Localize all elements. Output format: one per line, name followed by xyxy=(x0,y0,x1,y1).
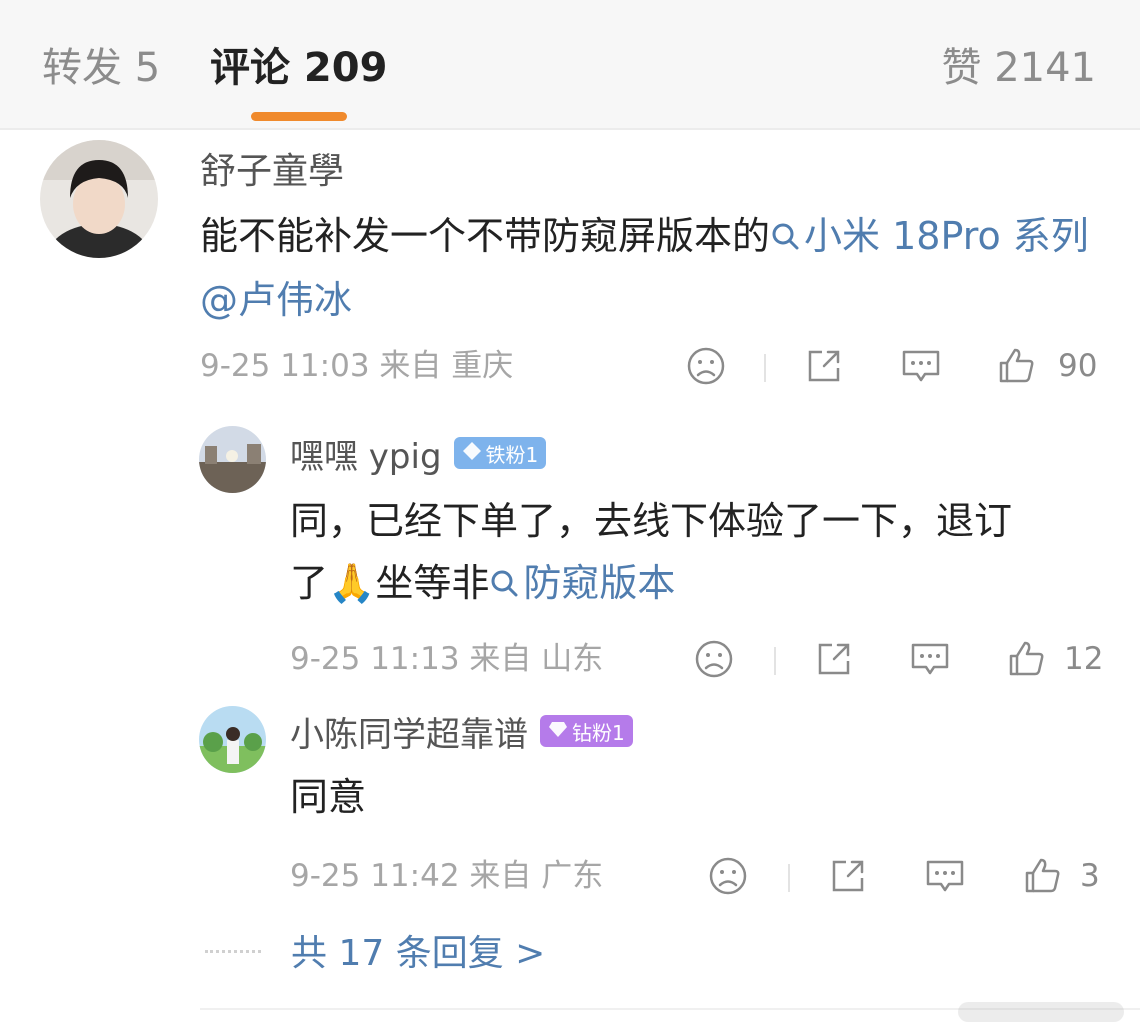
fan-badge: 钻粉1 xyxy=(540,715,633,747)
reply-username[interactable]: 小陈同学超靠谱 钻粉1 xyxy=(290,706,633,756)
thumbs-up-icon[interactable] xyxy=(1022,856,1062,896)
username-text[interactable]: 舒子童學 xyxy=(200,142,344,194)
avatar[interactable] xyxy=(40,140,158,258)
tab-reposts[interactable]: 转发 5 xyxy=(42,40,160,96)
reply-meta-row: 9-25 11:42 来自 广东 3 xyxy=(290,850,1110,900)
avatar[interactable] xyxy=(199,706,266,773)
topic-link[interactable]: 防窥版本 xyxy=(489,561,675,605)
topic-link-text[interactable]: 小米 18Pro 系列 xyxy=(804,214,1089,258)
tab-comments[interactable]: 评论 209 xyxy=(210,40,387,96)
divider xyxy=(774,647,776,675)
divider xyxy=(764,354,766,382)
dotted-separator xyxy=(205,950,261,953)
badge-label: 铁粉1 xyxy=(485,442,539,467)
search-icon xyxy=(770,207,800,269)
diamond-icon xyxy=(462,441,482,466)
comment-username[interactable]: 舒子童學 xyxy=(200,142,344,194)
divider xyxy=(788,864,790,892)
like-count: 12 xyxy=(1064,641,1104,677)
like-count: 90 xyxy=(1058,348,1098,384)
reply-text-part: 坐等非 xyxy=(375,561,490,605)
sad-face-icon[interactable] xyxy=(694,639,734,679)
comment-icon[interactable] xyxy=(909,639,951,679)
sad-face-icon[interactable] xyxy=(708,856,748,896)
comment-text: 能不能补发一个不带防窥屏版本的 小米 18Pro 系列 @卢伟冰 xyxy=(200,205,1090,331)
comment-icon[interactable] xyxy=(900,346,942,386)
reply-text: 同意 xyxy=(290,775,367,819)
comment-icon[interactable] xyxy=(924,856,966,896)
topic-link[interactable]: 小米 18Pro 系列 xyxy=(770,214,1089,258)
like-count: 3 xyxy=(1080,858,1100,894)
thumbs-up-icon[interactable] xyxy=(996,346,1036,386)
reply-time-location: 9-25 11:42 来自 广东 xyxy=(290,858,604,894)
comment-text-part: 能不能补发一个不带防窥屏版本的 xyxy=(200,214,771,258)
reply-username[interactable]: 嘿嘿 ypig 铁粉1 xyxy=(290,428,547,478)
avatar[interactable] xyxy=(199,426,266,493)
tabs-bar: 转发 5 评论 209 赞 2141 xyxy=(0,0,1140,130)
username-text[interactable]: 嘿嘿 ypig xyxy=(290,429,442,478)
comment-meta-row: 9-25 11:03 来自 重庆 90 xyxy=(200,340,1100,390)
thumbs-up-icon[interactable] xyxy=(1006,639,1046,679)
username-text[interactable]: 小陈同学超靠谱 xyxy=(290,707,528,756)
sad-face-icon[interactable] xyxy=(686,346,726,386)
share-icon[interactable] xyxy=(814,639,854,679)
more-replies-link[interactable]: 共 17 条回复 > xyxy=(291,930,545,978)
mention-link[interactable]: @卢伟冰 xyxy=(200,278,352,322)
search-icon xyxy=(489,554,519,616)
badge-label: 钻粉1 xyxy=(572,720,625,745)
diamond-icon xyxy=(548,719,568,744)
reply-text-part: 了 xyxy=(290,561,329,605)
praying-hands-emoji: 🙏 xyxy=(328,561,376,605)
tab-likes[interactable]: 赞 2141 xyxy=(941,40,1096,96)
share-icon[interactable] xyxy=(828,856,868,896)
watermark-logo xyxy=(956,998,1126,1026)
reply-time-location: 9-25 11:13 来自 山东 xyxy=(290,641,604,677)
reply-text-line: 同，已经下单了，去线下体验了一下，退订 xyxy=(290,499,1013,543)
reply-meta-row: 9-25 11:13 来自 山东 12 xyxy=(290,633,1110,683)
share-icon[interactable] xyxy=(804,346,844,386)
active-tab-indicator xyxy=(251,112,347,121)
fan-badge: 铁粉1 xyxy=(453,437,547,469)
reply-text: 同，已经下单了，去线下体验了一下，退订 了🙏坐等非 防窥版本 xyxy=(290,490,1110,616)
comment-time-location: 9-25 11:03 来自 重庆 xyxy=(200,348,514,384)
topic-link-text[interactable]: 防窥版本 xyxy=(523,561,675,605)
